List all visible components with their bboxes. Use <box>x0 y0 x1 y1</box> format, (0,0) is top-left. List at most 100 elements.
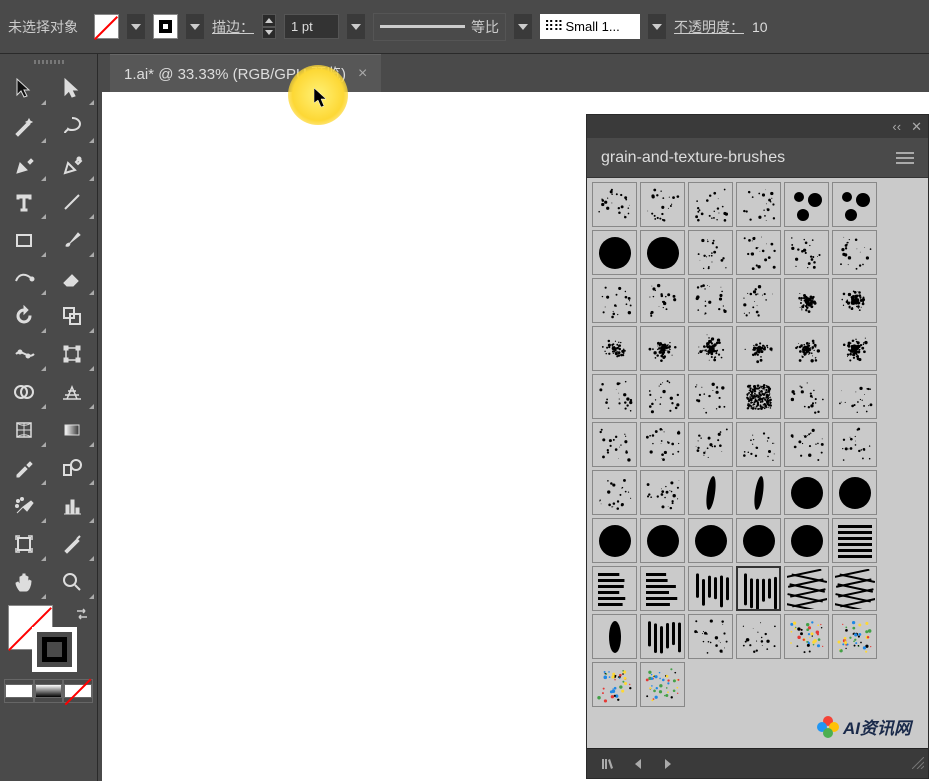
brush-solid-circle-1[interactable] <box>592 230 637 275</box>
brush-sparse-2[interactable] <box>832 374 877 419</box>
color-mode[interactable] <box>4 679 34 703</box>
brush-splash-1[interactable] <box>784 278 829 323</box>
brush-spatter-4[interactable] <box>736 182 781 227</box>
fill-dropdown[interactable] <box>127 14 145 39</box>
next-icon[interactable] <box>661 757 675 771</box>
document-tab[interactable]: 1.ai* @ 33.33% (RGB/GPU 预览) × <box>110 54 381 92</box>
brush-dots-big[interactable] <box>784 182 829 227</box>
brush-haze-1[interactable] <box>592 374 637 419</box>
slice-tool[interactable] <box>48 525 96 563</box>
gradient-tool[interactable] <box>48 411 96 449</box>
brush-disc-2[interactable] <box>832 470 877 515</box>
stroke-label[interactable]: 描边： <box>212 17 254 37</box>
brush-haze-3[interactable] <box>688 374 733 419</box>
brush-confetti-1[interactable] <box>784 614 829 659</box>
perspective-grid-tool[interactable] <box>48 373 96 411</box>
stroke-weight-dropdown[interactable] <box>347 14 365 39</box>
zoom-tool[interactable] <box>48 563 96 601</box>
brush-hatch-1[interactable] <box>592 566 637 611</box>
stroke-indicator[interactable] <box>32 627 77 672</box>
panel-menu-icon[interactable] <box>896 152 914 164</box>
brush-bars-2[interactable] <box>736 566 781 611</box>
brush-grain-4[interactable] <box>832 230 877 275</box>
brush-dense-grain[interactable] <box>736 374 781 419</box>
brush-dust-1[interactable] <box>592 422 637 467</box>
stroke-weight-input[interactable] <box>284 14 339 39</box>
brush-disc-3[interactable] <box>592 518 637 563</box>
brush-confetti-4[interactable] <box>640 662 685 707</box>
brush-noise-1[interactable] <box>592 278 637 323</box>
brush-cluster-1[interactable] <box>592 326 637 371</box>
magic-wand-tool[interactable] <box>0 107 48 145</box>
brush-disc-6[interactable] <box>736 518 781 563</box>
symbol-sprayer-tool[interactable] <box>0 487 48 525</box>
toolbar-grip[interactable] <box>0 54 97 69</box>
brush-blob-1[interactable] <box>592 614 637 659</box>
brush-hatch-2[interactable] <box>640 566 685 611</box>
brush-dust-2[interactable] <box>640 422 685 467</box>
brush-stroke-1[interactable] <box>688 470 733 515</box>
free-transform-tool[interactable] <box>48 335 96 373</box>
brush-dust-4[interactable] <box>736 422 781 467</box>
brush-weave-2[interactable] <box>832 566 877 611</box>
brush-confetti-2[interactable] <box>832 614 877 659</box>
brush-cluster-5[interactable] <box>784 326 829 371</box>
stroke-dropdown[interactable] <box>186 14 204 39</box>
stroke-swatch[interactable] <box>153 14 178 39</box>
direct-selection-tool[interactable] <box>48 69 96 107</box>
brush-disc-1[interactable] <box>784 470 829 515</box>
width-tool[interactable] <box>0 335 48 373</box>
blend-tool[interactable] <box>48 449 96 487</box>
eraser-tool[interactable] <box>48 259 96 297</box>
variable-width-profile[interactable]: 等比 <box>373 13 506 41</box>
brush-faint-1[interactable] <box>688 614 733 659</box>
brush-grain-3[interactable] <box>784 230 829 275</box>
gradient-mode[interactable] <box>34 679 64 703</box>
brush-hatch-lines[interactable] <box>832 518 877 563</box>
shaper-tool[interactable] <box>0 259 48 297</box>
prev-icon[interactable] <box>631 757 645 771</box>
rectangle-tool[interactable] <box>0 221 48 259</box>
step-up-icon[interactable] <box>262 14 276 27</box>
scale-tool[interactable] <box>48 297 96 335</box>
brush-sparse-1[interactable] <box>784 374 829 419</box>
line-tool[interactable] <box>48 183 96 221</box>
fill-stroke-control[interactable] <box>4 605 93 675</box>
brush-dust-6[interactable] <box>832 422 877 467</box>
artboard-tool[interactable] <box>0 525 48 563</box>
none-mode[interactable] <box>63 679 93 703</box>
profile-dropdown[interactable] <box>514 14 532 39</box>
stroke-weight-stepper[interactable] <box>262 14 276 39</box>
brush-spatter-3[interactable] <box>688 182 733 227</box>
shape-builder-tool[interactable] <box>0 373 48 411</box>
brush-definition[interactable]: ⠿⠿ Small 1... <box>540 14 640 39</box>
paintbrush-tool[interactable] <box>48 221 96 259</box>
eyedropper-tool[interactable] <box>0 449 48 487</box>
brush-strokes-multi[interactable] <box>640 614 685 659</box>
mesh-tool[interactable] <box>0 411 48 449</box>
selection-tool[interactable] <box>0 69 48 107</box>
brush-solid-circle-2[interactable] <box>640 230 685 275</box>
close-panel-icon[interactable]: ✕ <box>911 119 922 135</box>
brush-dust-3[interactable] <box>688 422 733 467</box>
brush-dust-5[interactable] <box>784 422 829 467</box>
brush-confetti-3[interactable] <box>592 662 637 707</box>
lasso-tool[interactable] <box>48 107 96 145</box>
type-tool[interactable] <box>0 183 48 221</box>
brush-disc-7[interactable] <box>784 518 829 563</box>
brush-noise-4[interactable] <box>736 278 781 323</box>
brush-disc-4[interactable] <box>640 518 685 563</box>
brush-cluster-6[interactable] <box>832 326 877 371</box>
brush-splash-2[interactable] <box>832 278 877 323</box>
brush-grain-1[interactable] <box>688 230 733 275</box>
column-graph-tool[interactable] <box>48 487 96 525</box>
resize-grip-icon[interactable] <box>912 756 924 774</box>
brush-noise-3[interactable] <box>688 278 733 323</box>
brush-weave-1[interactable] <box>784 566 829 611</box>
brush-stroke-2[interactable] <box>736 470 781 515</box>
brush-spatter-1[interactable] <box>592 182 637 227</box>
brush-fleck-2[interactable] <box>640 470 685 515</box>
library-icon[interactable] <box>601 757 615 771</box>
brush-fleck-1[interactable] <box>592 470 637 515</box>
brush-noise-2[interactable] <box>640 278 685 323</box>
